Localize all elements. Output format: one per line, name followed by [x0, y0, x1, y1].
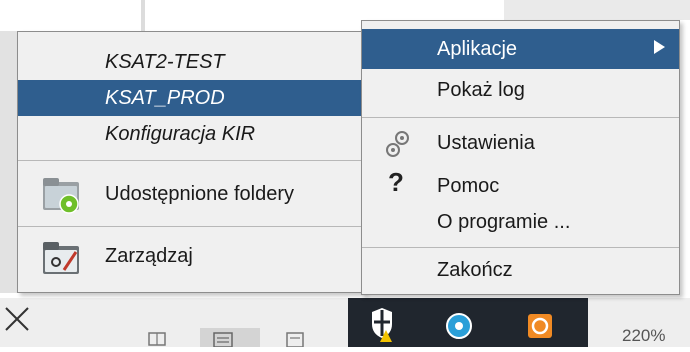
close-icon[interactable]	[5, 307, 29, 331]
menu-item-label: Ustawienia	[437, 132, 535, 154]
menu-item-settings[interactable]: Ustawienia	[362, 123, 679, 163]
read-mode-icon[interactable]	[148, 332, 166, 346]
gears-icon	[384, 129, 412, 164]
menu-item-label: Zakończ	[437, 259, 513, 281]
menu-item-applications[interactable]: Aplikacje	[362, 29, 679, 69]
menu-item-help[interactable]: ? Pomoc	[362, 167, 679, 205]
menu-separator	[18, 160, 364, 161]
menu-item-show-log[interactable]: Pokaż log	[362, 71, 679, 109]
tray-icons	[372, 308, 552, 342]
menu-item-label: Pokaż log	[437, 79, 525, 101]
background-edge-left	[0, 31, 17, 293]
tray-context-menu-main: Aplikacje Pokaż log Ustawienia ? Pomoc O…	[361, 20, 680, 295]
menu-item-label: Aplikacje	[437, 38, 518, 60]
manage-folder-icon	[42, 240, 82, 283]
menu-item-ksat2-test[interactable]: KSAT2-TEST	[18, 44, 364, 80]
menu-item-exit[interactable]: Zakończ	[362, 253, 679, 291]
menu-separator	[362, 247, 679, 248]
status-bar	[0, 298, 348, 348]
tray-context-menu-connections: KSAT2-TEST KSAT_PROD Konfiguracja KIR Ud…	[17, 31, 365, 293]
menu-separator	[18, 226, 364, 227]
menu-separator	[362, 117, 679, 118]
menu-item-label: KSAT_PROD	[105, 87, 225, 109]
web-layout-icon[interactable]	[286, 332, 304, 348]
key-app-icon[interactable]	[446, 313, 472, 339]
status-bar-icons	[5, 307, 304, 348]
background-window-strip	[141, 0, 145, 31]
menu-item-konfiguracja-kir[interactable]: Konfiguracja KIR	[18, 116, 364, 152]
menu-item-manage[interactable]: Zarządzaj	[18, 232, 364, 284]
orange-app-icon[interactable]	[528, 314, 552, 338]
system-tray	[348, 298, 588, 347]
menu-item-ksat-prod[interactable]: KSAT_PROD	[18, 80, 364, 116]
security-shield-icon[interactable]	[372, 308, 392, 342]
menu-item-about[interactable]: O programie ...	[362, 205, 679, 243]
menu-item-label: KSAT2-TEST	[105, 51, 225, 73]
menu-item-shared-folders[interactable]: Udostępnione foldery	[18, 166, 364, 222]
background-window-frame	[0, 0, 145, 31]
question-mark-icon: ?	[388, 167, 404, 197]
menu-item-label: Konfiguracja KIR	[105, 123, 256, 145]
print-layout-icon[interactable]	[200, 328, 260, 348]
menu-item-label: Zarządzaj	[105, 245, 193, 267]
menu-item-label: O programie ...	[437, 211, 571, 233]
zoom-level[interactable]: 220%	[622, 326, 665, 346]
background-panel-right	[504, 0, 690, 20]
shared-folder-icon	[42, 176, 82, 219]
menu-item-label: Pomoc	[437, 175, 500, 197]
menu-item-label: Udostępnione foldery	[105, 183, 295, 205]
submenu-arrow-icon	[654, 40, 665, 54]
